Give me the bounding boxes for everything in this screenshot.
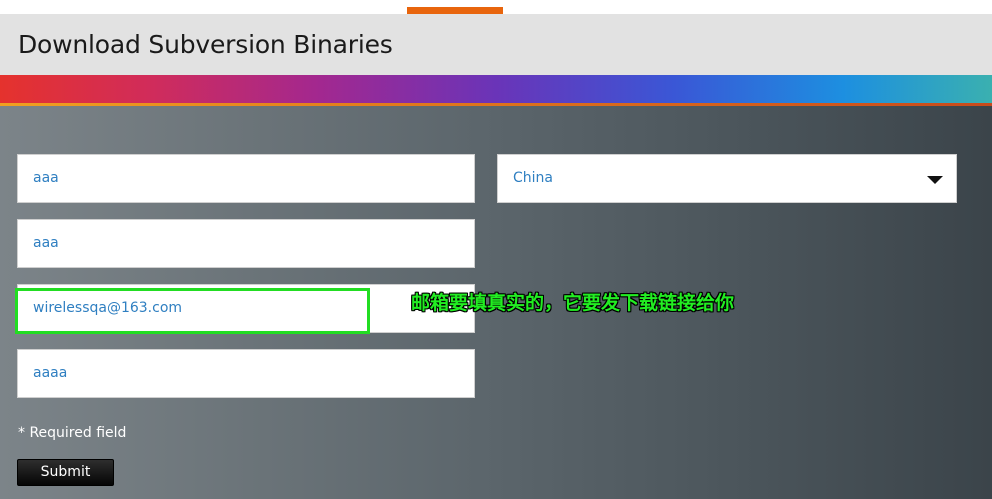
country-selected-value: China	[513, 170, 553, 186]
page-header: Download Subversion Binaries	[0, 14, 992, 75]
chevron-down-icon	[927, 176, 943, 184]
decorative-gradient-band	[0, 75, 992, 105]
first-name-value: aaa	[33, 170, 59, 186]
country-select[interactable]: China	[497, 154, 957, 203]
annotation-note: 邮箱要填真实的，它要发下载链接给你	[411, 292, 735, 314]
page-title: Download Subversion Binaries	[18, 30, 393, 59]
active-tab-indicator	[407, 7, 503, 14]
required-field-note: * Required field	[18, 425, 127, 441]
last-name-input[interactable]: aaa	[17, 219, 475, 268]
first-name-input[interactable]: aaa	[17, 154, 475, 203]
company-input[interactable]: aaaa	[17, 349, 475, 398]
submit-button[interactable]: Submit	[17, 459, 114, 486]
last-name-value: aaa	[33, 235, 59, 251]
company-value: aaaa	[33, 365, 68, 381]
email-highlight-box	[15, 288, 370, 334]
